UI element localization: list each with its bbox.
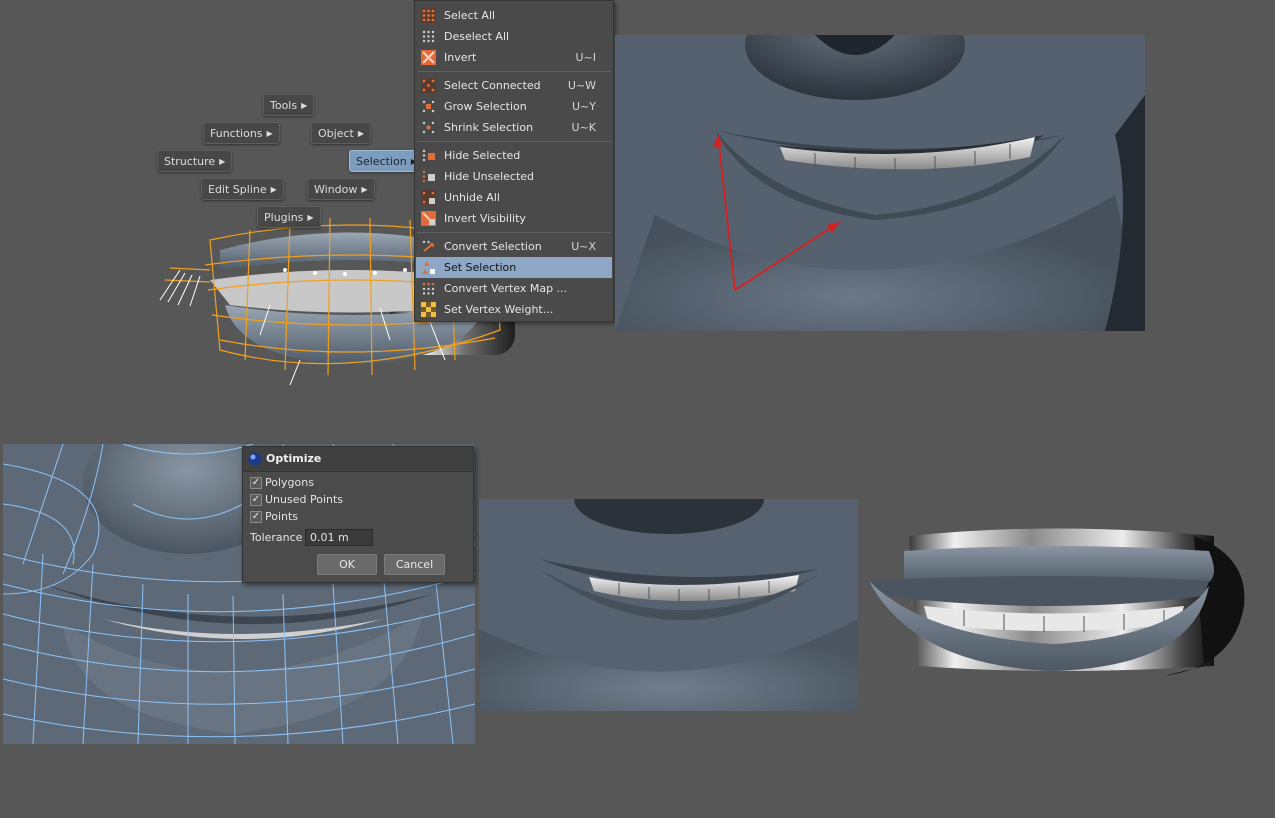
dialog-titlebar[interactable]: Optimize: [243, 447, 473, 472]
points-label: Points: [265, 510, 299, 523]
polygons-label: Polygons: [265, 476, 314, 489]
submenu-arrow-icon: ▶: [266, 129, 273, 138]
menu-separator: [417, 71, 611, 72]
hud-selection-label: Selection: [356, 155, 407, 168]
smile-render-annotated: [615, 35, 1145, 331]
hud-tools-button[interactable]: Tools ▶: [263, 94, 315, 116]
select-connected-icon: [421, 78, 436, 93]
menu-separator: [417, 141, 611, 142]
set-selection-icon: [422, 261, 435, 274]
hud-functions-label: Functions: [210, 127, 263, 140]
menu-item-shortcut: U~I: [575, 51, 596, 64]
menu-item-hide-selected[interactable]: Hide Selected: [416, 145, 612, 166]
menu-item-label: Invert Visibility: [444, 212, 526, 225]
deselect-all-icon: [422, 30, 435, 43]
submenu-arrow-icon: ▶: [301, 101, 308, 110]
hud-structure-label: Structure: [164, 155, 216, 168]
menu-item-unhide-all[interactable]: Unhide All: [416, 187, 612, 208]
submenu-arrow-icon: ▶: [357, 129, 364, 138]
menu-item-label: Grow Selection: [444, 100, 527, 113]
hide-unselected-icon: [422, 170, 435, 183]
smile-render: [479, 499, 858, 711]
cinema4d-logo-icon: [248, 452, 262, 466]
menu-item-label: Invert: [444, 51, 477, 64]
menu-item-shortcut: U~K: [571, 121, 596, 134]
menu-separator: [417, 232, 611, 233]
convert-vertex-map-icon: [422, 282, 435, 295]
convert-selection-icon: [422, 240, 434, 252]
submenu-arrow-icon: ▶: [361, 185, 368, 194]
menu-item-label: Unhide All: [444, 191, 500, 204]
unused-points-checkbox[interactable]: ✓: [250, 494, 262, 506]
hud-structure-button[interactable]: Structure ▶: [157, 150, 233, 172]
menu-item-label: Hide Selected: [444, 149, 521, 162]
dialog-title: Optimize: [266, 452, 322, 465]
grow-selection-icon: [422, 100, 435, 113]
menu-item-select-all[interactable]: Select All: [416, 5, 612, 26]
menu-item-label: Convert Selection: [444, 240, 542, 253]
menu-item-grow-selection[interactable]: Grow Selection U~Y: [416, 96, 612, 117]
hud-window-button[interactable]: Window ▶: [307, 178, 375, 200]
menu-item-convert-vertex-map[interactable]: Convert Vertex Map ...: [416, 278, 612, 299]
hud-object-button[interactable]: Object ▶: [311, 122, 371, 144]
hud-selection-button[interactable]: Selection▶: [349, 150, 424, 172]
optimize-dialog: Optimize ✓ Polygons ✓ Unused Points ✓ Po…: [242, 446, 474, 583]
menu-item-invert[interactable]: Invert U~I: [416, 47, 612, 68]
menu-item-shrink-selection[interactable]: Shrink Selection U~K: [416, 117, 612, 138]
menu-item-shortcut: U~W: [567, 79, 596, 92]
ok-button[interactable]: OK: [317, 554, 377, 575]
cancel-button[interactable]: Cancel: [384, 554, 445, 575]
hud-functions-button[interactable]: Functions ▶: [203, 122, 280, 144]
select-all-icon: [421, 8, 436, 23]
menu-item-set-selection[interactable]: Set Selection: [416, 257, 612, 278]
menu-item-label: Select Connected: [444, 79, 541, 92]
set-vertex-weight-icon: [421, 302, 436, 317]
hud-object-label: Object: [318, 127, 354, 140]
invert-icon: [421, 50, 436, 65]
menu-item-label: Deselect All: [444, 30, 510, 43]
hud-edit-spline-label: Edit Spline: [208, 183, 267, 196]
menu-item-hide-unselected[interactable]: Hide Unselected: [416, 166, 612, 187]
tolerance-label: Tolerance: [250, 531, 303, 544]
menu-item-invert-visibility[interactable]: Invert Visibility: [416, 208, 612, 229]
unhide-all-icon: [421, 190, 436, 205]
submenu-arrow-icon: ▶: [270, 185, 277, 194]
invert-visibility-icon: [421, 211, 436, 226]
menu-item-label: Set Vertex Weight...: [444, 303, 554, 316]
menu-item-shortcut: U~X: [571, 240, 596, 253]
hud-tools-label: Tools: [270, 99, 298, 112]
hud-window-label: Window: [314, 183, 358, 196]
hide-selected-icon: [422, 149, 435, 162]
hud-plugins-label: Plugins: [264, 211, 304, 224]
selection-menu: Select All Deselect All Invert U~I Selec…: [414, 0, 614, 322]
menu-item-label: Convert Vertex Map ...: [444, 282, 568, 295]
menu-item-shortcut: U~Y: [572, 100, 596, 113]
submenu-arrow-icon: ▶: [307, 213, 314, 222]
submenu-arrow-icon: ▶: [219, 157, 226, 166]
polygons-checkbox[interactable]: ✓: [250, 477, 262, 489]
menu-item-label: Shrink Selection: [444, 121, 534, 134]
menu-item-label: Set Selection: [444, 261, 517, 274]
unused-points-label: Unused Points: [265, 493, 344, 506]
menu-item-select-connected[interactable]: Select Connected U~W: [416, 75, 612, 96]
hud-plugins-button[interactable]: Plugins ▶: [257, 206, 321, 228]
menu-item-label: Hide Unselected: [444, 170, 535, 183]
hud-edit-spline-button[interactable]: Edit Spline ▶: [201, 178, 284, 200]
mouth-parts-render: [864, 526, 1249, 678]
menu-item-deselect-all[interactable]: Deselect All: [416, 26, 612, 47]
menu-item-label: Select All: [444, 9, 496, 22]
shrink-selection-icon: [422, 121, 435, 134]
menu-item-set-vertex-weight[interactable]: Set Vertex Weight...: [416, 299, 612, 320]
points-checkbox[interactable]: ✓: [250, 511, 262, 523]
menu-item-convert-selection[interactable]: Convert Selection U~X: [416, 236, 612, 257]
tolerance-input[interactable]: 0.01 m: [305, 529, 373, 546]
